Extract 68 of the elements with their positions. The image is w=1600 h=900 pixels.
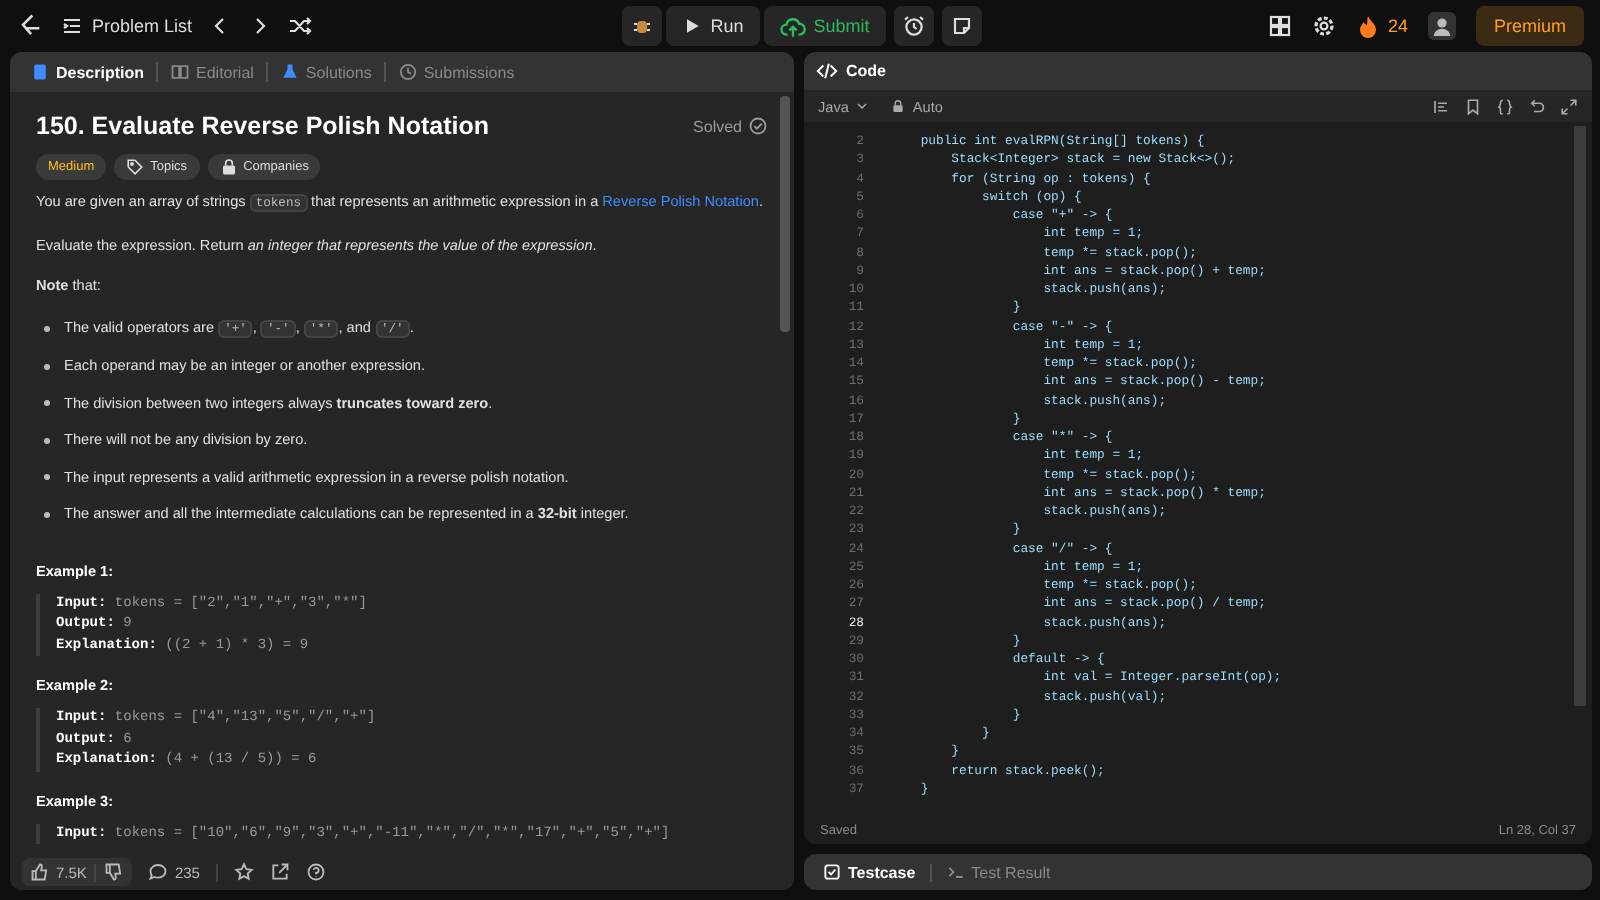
help-button[interactable] — [305, 862, 326, 882]
undo-icon — [1528, 97, 1546, 115]
streak-counter[interactable]: 24 — [1355, 14, 1408, 38]
bullet-dot — [44, 400, 50, 406]
tag-icon — [126, 158, 145, 176]
premium-button[interactable]: Premium — [1475, 6, 1584, 46]
thumbs-down-icon — [104, 862, 125, 882]
beaker-icon — [279, 62, 300, 82]
alarm-button[interactable] — [893, 6, 934, 46]
cloud-upload-icon — [779, 13, 806, 39]
layout-grid-icon — [1267, 14, 1292, 38]
format-button[interactable] — [1432, 97, 1450, 115]
play-icon — [682, 16, 703, 36]
submit-button[interactable]: Submit — [763, 6, 886, 46]
bullet-dot — [44, 325, 50, 331]
book-icon — [170, 62, 191, 82]
caret-icon — [854, 98, 871, 114]
tab[interactable]: Testcase — [816, 862, 922, 882]
reset-button[interactable] — [1528, 97, 1546, 115]
star-icon — [233, 862, 254, 882]
tab[interactable]: Submissions — [389, 62, 523, 82]
tab[interactable]: Test Result — [939, 862, 1057, 882]
bookmark-button[interactable] — [1464, 97, 1482, 115]
expand-button[interactable] — [1560, 97, 1578, 115]
dislike-button[interactable] — [104, 862, 125, 882]
flame-icon — [1355, 14, 1380, 38]
run-button[interactable]: Run — [666, 6, 760, 46]
problem-list-button[interactable]: Problem List — [60, 14, 193, 38]
shuffle-icon — [288, 14, 313, 38]
solved-label: Solved — [693, 117, 742, 135]
braces-icon — [1496, 97, 1514, 115]
settings-button[interactable] — [1311, 14, 1336, 38]
problem-title: 150. Evaluate Reverse Polish Notation — [36, 112, 489, 140]
code-icon — [816, 60, 838, 82]
bullet-dot — [44, 474, 50, 480]
thumbs-up-icon — [30, 862, 50, 882]
settings-icon — [1311, 14, 1336, 38]
align-left-icon — [1432, 97, 1450, 115]
avatar-icon[interactable] — [1427, 12, 1456, 40]
bookmark-icon — [1464, 97, 1482, 115]
speech-bubble-icon — [148, 862, 169, 882]
panel-title: Code — [846, 62, 886, 80]
shuffle-button[interactable] — [288, 14, 313, 38]
layout-button[interactable] — [1267, 14, 1292, 38]
note-icon — [949, 14, 974, 38]
bullet-dot — [44, 363, 50, 369]
document-icon — [30, 62, 50, 82]
braces-button[interactable] — [1496, 97, 1514, 115]
favorite-button[interactable] — [233, 862, 254, 882]
lock-icon — [890, 98, 907, 114]
terminal-icon — [945, 862, 966, 882]
tab[interactable]: Description — [22, 62, 153, 82]
clock-icon — [397, 62, 418, 82]
list-icon — [60, 14, 84, 38]
share-button[interactable] — [269, 862, 290, 882]
share-icon — [269, 862, 290, 882]
check-circle-icon — [748, 116, 768, 136]
tab[interactable]: Solutions — [271, 62, 380, 82]
lock-icon — [219, 158, 238, 176]
notes-button[interactable] — [941, 6, 982, 46]
checkbox-icon — [822, 862, 842, 882]
bullet-dot — [44, 437, 50, 443]
bullet-dot — [44, 511, 50, 517]
tab[interactable]: Editorial — [162, 62, 262, 82]
expand-icon — [1560, 97, 1578, 115]
debug-button[interactable] — [622, 6, 663, 46]
alarm-clock-icon — [901, 14, 926, 38]
help-icon — [305, 862, 326, 882]
